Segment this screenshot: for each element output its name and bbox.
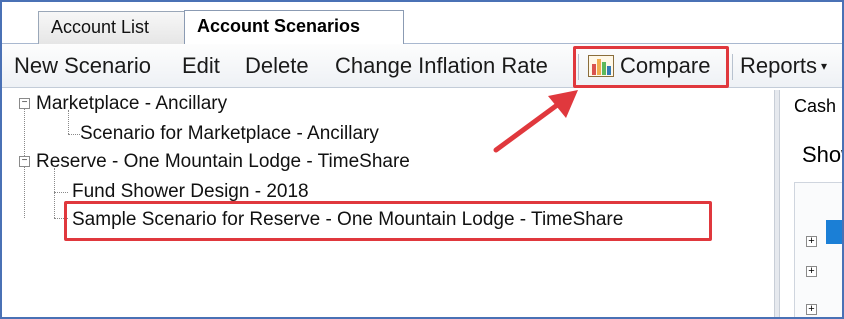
right-panel: Cash Show + + + bbox=[780, 90, 842, 317]
tree-node-reserve-one-mountain[interactable]: Reserve - One Mountain Lodge - TimeShare bbox=[36, 150, 410, 174]
tree-connector bbox=[54, 168, 55, 218]
collapse-icon[interactable]: − bbox=[19, 156, 30, 167]
new-scenario-button[interactable]: New Scenario bbox=[14, 44, 151, 88]
tree-connector bbox=[54, 192, 68, 193]
chevron-down-icon: ▾ bbox=[821, 59, 828, 73]
reports-label: Reports bbox=[740, 53, 818, 78]
reports-button[interactable]: Reports ▾ bbox=[740, 44, 827, 88]
annotation-arrow-icon bbox=[493, 90, 578, 153]
delete-button[interactable]: Delete bbox=[245, 44, 309, 88]
right-grid bbox=[794, 182, 842, 317]
edit-button[interactable]: Edit bbox=[182, 44, 220, 88]
show-label: Show bbox=[802, 142, 842, 167]
change-inflation-rate-button[interactable]: Change Inflation Rate bbox=[335, 44, 548, 88]
tree-connector bbox=[68, 134, 80, 135]
cash-label: Cash bbox=[794, 96, 837, 116]
collapse-icon[interactable]: − bbox=[19, 98, 30, 109]
expand-icon[interactable]: + bbox=[806, 236, 817, 247]
selected-scenario-highlight bbox=[64, 201, 712, 241]
compare-highlight bbox=[573, 46, 729, 88]
app-window: Account List Account Scenarios New Scena… bbox=[0, 0, 844, 319]
tab-account-scenarios[interactable]: Account Scenarios bbox=[184, 10, 404, 44]
tree-node-scenario-marketplace[interactable]: Scenario for Marketplace - Ancillary bbox=[80, 122, 379, 146]
selected-row-indicator bbox=[826, 220, 842, 244]
toolbar-separator bbox=[732, 54, 733, 80]
expand-icon[interactable]: + bbox=[806, 266, 817, 277]
tab-account-list[interactable]: Account List bbox=[38, 11, 186, 44]
expand-icon[interactable]: + bbox=[806, 304, 817, 315]
tab-strip: Account List Account Scenarios bbox=[2, 2, 842, 44]
tree-node-marketplace-ancillary[interactable]: Marketplace - Ancillary bbox=[36, 92, 227, 116]
